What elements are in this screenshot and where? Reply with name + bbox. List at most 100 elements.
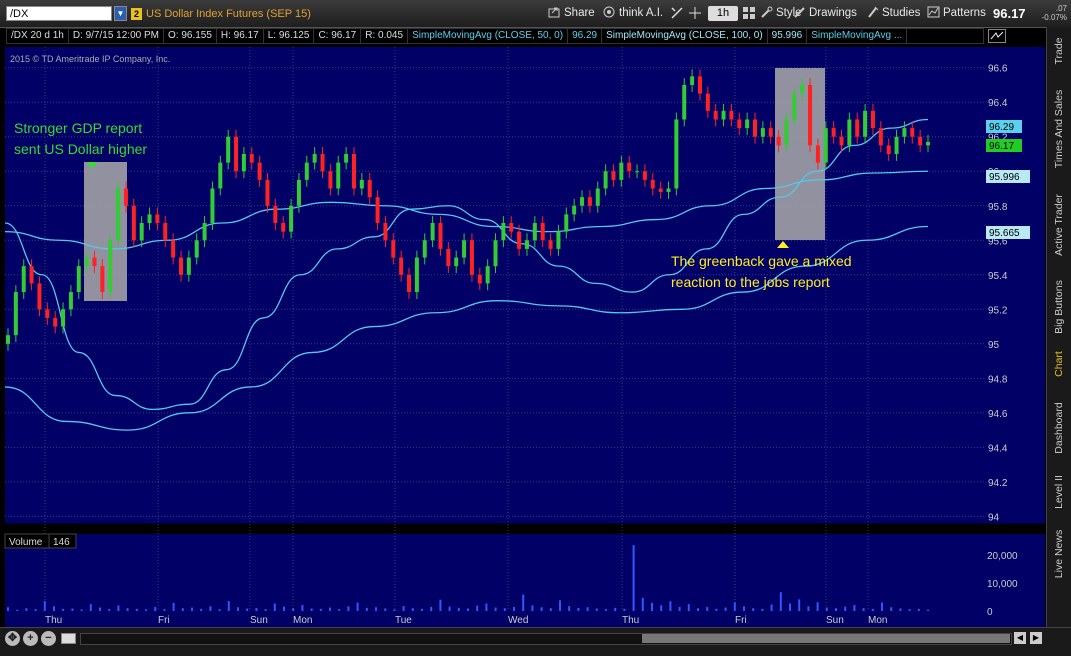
candle-body-93 (737, 119, 742, 129)
tab-level-ii[interactable]: Level II (1047, 467, 1071, 517)
volume-bar-70 (651, 602, 653, 611)
symbol-dropdown-button[interactable]: ▼ (114, 6, 127, 21)
candle-body-55 (438, 223, 443, 249)
candle-body-23 (186, 257, 191, 275)
tab-trade[interactable]: Trade (1047, 31, 1071, 71)
studies-button[interactable]: Studies (866, 5, 920, 22)
time-label-6: Thu (622, 615, 639, 626)
sma50-label[interactable]: SimpleMovingAvg (CLOSE, 50, 0) (408, 29, 569, 43)
volume-bar-62 (577, 607, 580, 611)
candle-body-112 (886, 145, 891, 154)
link-group-badge[interactable]: 2 (131, 8, 142, 20)
candle-body-116 (918, 136, 923, 146)
chart-period[interactable]: /DX 20 d 1h (7, 29, 69, 43)
volume-bar-53 (494, 607, 497, 611)
sma200-price-badge: 95.665 (986, 226, 1030, 239)
candle-body-53 (422, 240, 427, 258)
volume-bar-25 (237, 607, 239, 611)
sma50-price-badge: 96.29 (986, 120, 1022, 133)
drawing-tool-icon[interactable] (670, 6, 684, 20)
volume-bar-22 (209, 606, 212, 611)
price-tick-1: 94.2 (988, 478, 1008, 489)
volume-bar-90 (835, 608, 837, 611)
volume-bar-45 (421, 608, 423, 611)
think-ai-button[interactable]: think A.I. (603, 5, 663, 22)
candle-body-38 (304, 162, 309, 180)
volume-bar-6 (62, 608, 65, 611)
candle-body-71 (564, 214, 569, 232)
candle-body-29 (234, 136, 239, 172)
candle-body-98 (776, 136, 781, 146)
jobs-annotation-line2: reaction to the jobs report (671, 274, 830, 290)
volume-panel[interactable] (5, 534, 985, 611)
grid-layout-icon[interactable] (742, 6, 756, 20)
candle-body-10 (84, 257, 89, 267)
volume-bar-44 (411, 608, 414, 611)
interval-button[interactable]: 1h (708, 6, 738, 21)
volume-label: Volume (9, 537, 43, 548)
tab-live-news[interactable]: Live News (1047, 521, 1071, 587)
price-chart[interactable]: 2015 © TD Ameritrade IP Company, Inc. 94… (0, 44, 1046, 627)
candle-body-7 (61, 309, 66, 327)
tab-dashboard[interactable]: Dashboard (1047, 395, 1071, 461)
svg-text:95.996: 95.996 (989, 172, 1020, 183)
chart-settings-icon[interactable] (988, 29, 1006, 43)
fit-screen-icon[interactable] (61, 633, 76, 644)
volume-bar-69 (641, 597, 644, 611)
candle-body-52 (414, 257, 419, 293)
volume-bar-51 (476, 605, 479, 611)
candle-body-107 (847, 119, 852, 146)
price-tick-5: 95 (988, 340, 1000, 351)
scrollbar-thumb[interactable] (642, 634, 1010, 643)
wrench-icon (760, 6, 773, 18)
volume-bar-87 (807, 606, 810, 611)
volume-bar-86 (798, 599, 801, 611)
scroll-right-icon[interactable]: ▶ (1030, 632, 1042, 644)
tab-big-buttons[interactable]: Big Buttons (1047, 271, 1071, 343)
price-tick-2: 94.4 (988, 443, 1008, 454)
tab-times-and-sales[interactable]: Times And Sales (1047, 79, 1071, 179)
sma200-label[interactable]: SimpleMovingAvg ... (807, 29, 908, 43)
tab-chart-label: Chart (1053, 351, 1065, 377)
candle-body-32 (257, 162, 262, 180)
volume-bar-73 (678, 606, 681, 611)
price-tick-6: 95.2 (988, 305, 1008, 316)
patterns-button[interactable]: Patterns (927, 5, 986, 22)
candle-body-97 (768, 128, 773, 137)
candle-body-3 (29, 266, 34, 284)
zoom-in-icon[interactable]: + (23, 631, 38, 646)
candle-body-48 (383, 223, 388, 241)
candle-body-59 (469, 240, 474, 275)
symbol-input[interactable]: /DX (6, 6, 112, 21)
volume-bar-16 (154, 606, 157, 611)
volume-bar-77 (715, 608, 718, 611)
sma100-label[interactable]: SimpleMovingAvg (CLOSE, 100, 0) (602, 29, 768, 43)
tab-chart[interactable]: Chart (1047, 345, 1071, 383)
candle-body-113 (894, 136, 899, 154)
price-tick-9: 95.8 (988, 202, 1008, 213)
volume-bar-55 (513, 606, 515, 611)
think-ai-label: think A.I. (619, 7, 664, 19)
gdp-highlight-box (84, 162, 127, 301)
volume-bar-74 (687, 604, 690, 611)
volume-tick-10000: 10,000 (987, 579, 1018, 590)
candle-body-45 (359, 179, 364, 189)
candle-body-74 (587, 197, 592, 206)
scroll-left-icon[interactable]: ◀ (1014, 632, 1026, 644)
price-tick-12: 96.4 (988, 98, 1008, 109)
price-panel[interactable] (5, 47, 985, 525)
right-sidebar: Trade Times And Sales Active Trader Big … (1046, 27, 1071, 627)
pencil-icon (793, 6, 806, 18)
share-button[interactable]: Share (548, 5, 595, 22)
gdp-annotation-line2: sent US Dollar higher (14, 141, 147, 157)
crosshair-icon[interactable] (688, 6, 702, 20)
candle-body-84 (666, 188, 671, 192)
candle-body-4 (37, 283, 42, 310)
volume-bar-58 (540, 607, 543, 611)
tab-active-trader[interactable]: Active Trader (1047, 185, 1071, 265)
pan-icon[interactable]: ✥ (5, 631, 20, 646)
time-label-2: Sun (250, 615, 268, 626)
volume-bar-64 (595, 608, 598, 611)
zoom-out-icon[interactable]: − (41, 631, 56, 646)
drawings-button[interactable]: Drawings (793, 5, 857, 22)
